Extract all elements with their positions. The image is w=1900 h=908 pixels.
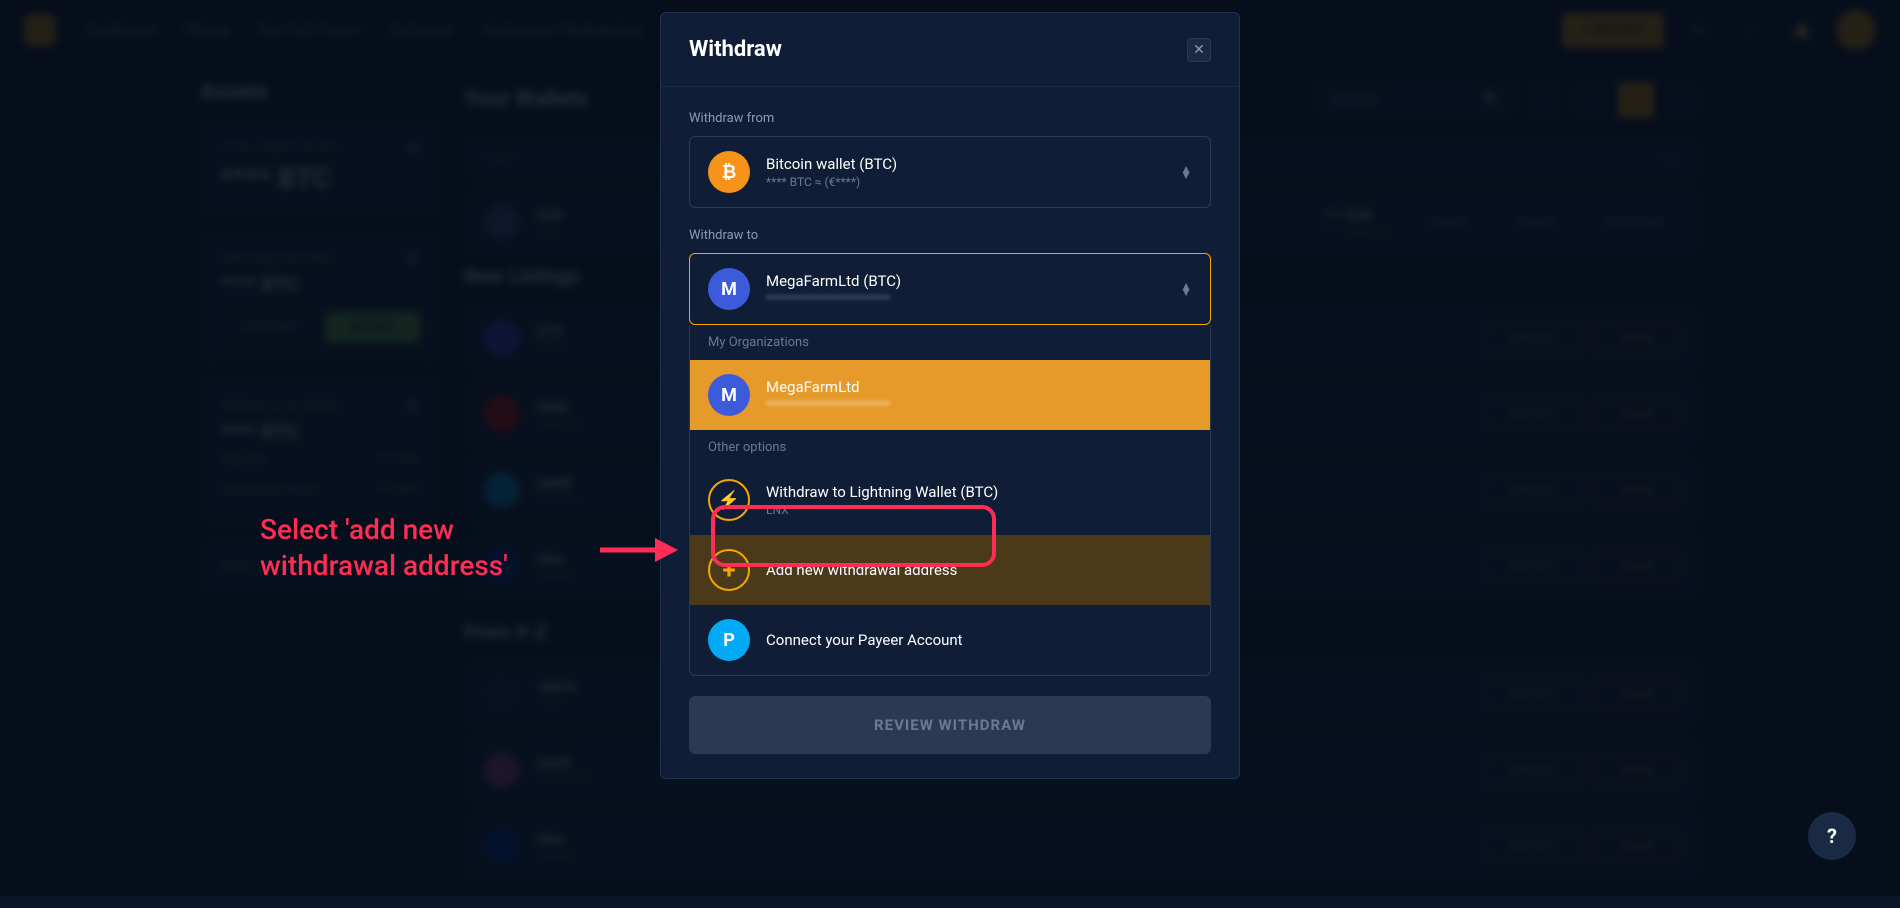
org-name: MegaFarmLtd [766, 378, 1192, 396]
close-button[interactable]: ✕ [1187, 38, 1211, 62]
lightning-sub: LNX [766, 503, 1192, 517]
chevron-updown-icon: ▲▼ [1180, 166, 1192, 178]
withdraw-from-label: Withdraw from [689, 111, 1211, 126]
annotation-arrow-icon [600, 530, 680, 570]
annotation-line1: Select 'add new [260, 512, 508, 548]
org-icon: M [708, 374, 750, 416]
annotation-text: Select 'add new withdrawal address' [260, 512, 508, 585]
org-sub: ************************ [766, 398, 1192, 412]
dropdown-item-megafarm[interactable]: M MegaFarmLtd ************************ [690, 360, 1210, 430]
withdraw-to-label: Withdraw to [689, 228, 1211, 243]
dropdown-item-add-address[interactable]: + Add new withdrawal address [690, 535, 1210, 605]
orgs-section-header: My Organizations [690, 325, 1210, 360]
payeer-label: Connect your Payeer Account [766, 631, 1192, 649]
withdraw-from-select[interactable]: ₿ Bitcoin wallet (BTC) **** BTC ≈ (€****… [689, 136, 1211, 208]
from-name: Bitcoin wallet (BTC) [766, 155, 1164, 173]
modal-title: Withdraw [689, 37, 782, 62]
close-icon: ✕ [1193, 42, 1205, 58]
help-icon: ? [1827, 824, 1837, 848]
other-section-header: Other options [690, 430, 1210, 465]
lightning-name: Withdraw to Lightning Wallet (BTC) [766, 483, 1192, 501]
withdraw-modal: Withdraw ✕ Withdraw from ₿ Bitcoin walle… [660, 12, 1240, 779]
review-withdraw-button[interactable]: REVIEW WITHDRAW [689, 696, 1211, 754]
to-sub: ************************ [766, 292, 1164, 306]
annotation-line2: withdrawal address' [260, 548, 508, 584]
help-button[interactable]: ? [1808, 812, 1856, 860]
dropdown-item-lightning[interactable]: ⚡ Withdraw to Lightning Wallet (BTC) LNX [690, 465, 1210, 535]
add-address-label: Add new withdrawal address [766, 561, 1192, 579]
chevron-updown-icon: ▲▼ [1180, 283, 1192, 295]
to-name: MegaFarmLtd (BTC) [766, 272, 1164, 290]
withdraw-to-dropdown: My Organizations M MegaFarmLtd *********… [689, 325, 1211, 676]
org-icon: M [708, 268, 750, 310]
btc-icon: ₿ [708, 151, 750, 193]
plus-icon: + [708, 549, 750, 591]
dropdown-item-payeer[interactable]: P Connect your Payeer Account [690, 605, 1210, 675]
withdraw-to-select[interactable]: M MegaFarmLtd (BTC) ********************… [689, 253, 1211, 325]
payeer-icon: P [708, 619, 750, 661]
from-sub: **** BTC ≈ (€****) [766, 175, 1164, 189]
lightning-icon: ⚡ [708, 479, 750, 521]
